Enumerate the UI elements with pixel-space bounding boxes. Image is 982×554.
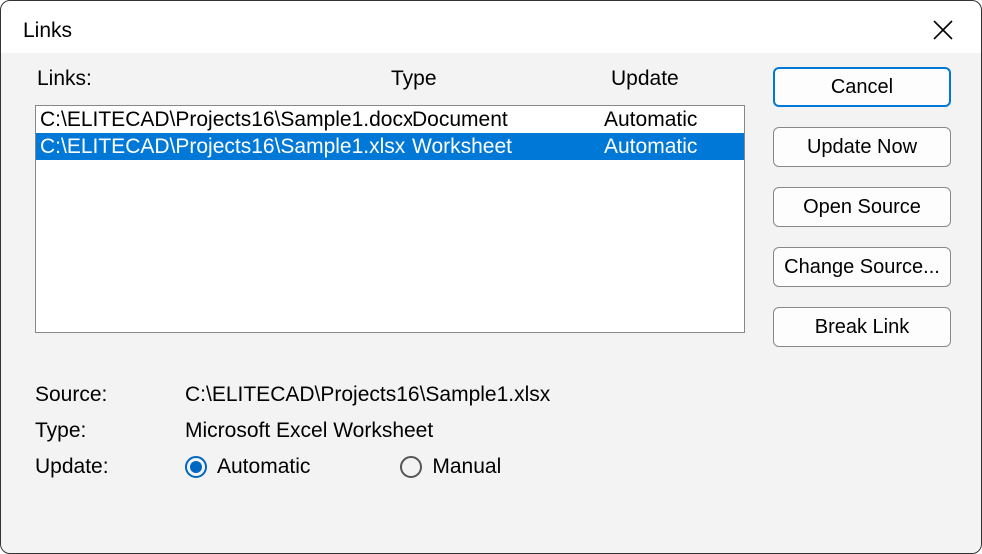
close-button[interactable] (927, 14, 959, 46)
radio-dot-icon (190, 461, 202, 473)
source-value: C:\ELITECAD\Projects16\Sample1.xlsx (185, 383, 951, 407)
details-area: Source: C:\ELITECAD\Projects16\Sample1.x… (35, 383, 951, 479)
type-label: Type: (35, 419, 185, 443)
header-update: Update (611, 67, 745, 91)
dialog-title: Links (23, 19, 72, 43)
list-row[interactable]: C:\ELITECAD\Projects16\Sample1.docxDocum… (36, 106, 744, 133)
break-link-button[interactable]: Break Link (773, 307, 951, 347)
radio-circle-icon (400, 456, 422, 478)
close-icon (931, 18, 955, 42)
radio-automatic-label: Automatic (217, 455, 310, 479)
row-update: Automatic (604, 106, 744, 133)
row-update: Automatic (604, 133, 744, 160)
row-type: Worksheet (412, 133, 604, 160)
update-radio-group: Automatic Manual (185, 455, 951, 479)
radio-circle-icon (185, 456, 207, 478)
radio-automatic[interactable]: Automatic (185, 455, 310, 479)
button-column: Cancel Update Now Open Source Change Sou… (773, 67, 951, 347)
row-path: C:\ELITECAD\Projects16\Sample1.xlsx (40, 133, 412, 160)
links-dialog: Links Links: Type Update C:\ELITECAD\Pro… (0, 0, 982, 554)
type-value: Microsoft Excel Worksheet (185, 419, 951, 443)
open-source-button[interactable]: Open Source (773, 187, 951, 227)
links-listbox[interactable]: C:\ELITECAD\Projects16\Sample1.docxDocum… (35, 105, 745, 333)
list-row[interactable]: C:\ELITECAD\Projects16\Sample1.xlsx Work… (36, 133, 744, 160)
update-now-button[interactable]: Update Now (773, 127, 951, 167)
update-label: Update: (35, 455, 185, 479)
radio-manual[interactable]: Manual (400, 455, 501, 479)
source-label: Source: (35, 383, 185, 407)
change-source-button[interactable]: Change Source... (773, 247, 951, 287)
row-path: C:\ELITECAD\Projects16\Sample1.docx (40, 106, 412, 133)
row-type: Document (412, 106, 604, 133)
dialog-content: Links: Type Update C:\ELITECAD\Projects1… (1, 53, 981, 553)
titlebar: Links (1, 1, 981, 51)
top-area: Links: Type Update C:\ELITECAD\Projects1… (35, 67, 951, 347)
radio-manual-label: Manual (432, 455, 501, 479)
cancel-button[interactable]: Cancel (773, 67, 951, 107)
list-header: Links: Type Update (35, 67, 745, 91)
list-column: Links: Type Update C:\ELITECAD\Projects1… (35, 67, 745, 347)
header-type: Type (391, 67, 611, 91)
header-links: Links: (37, 67, 391, 91)
